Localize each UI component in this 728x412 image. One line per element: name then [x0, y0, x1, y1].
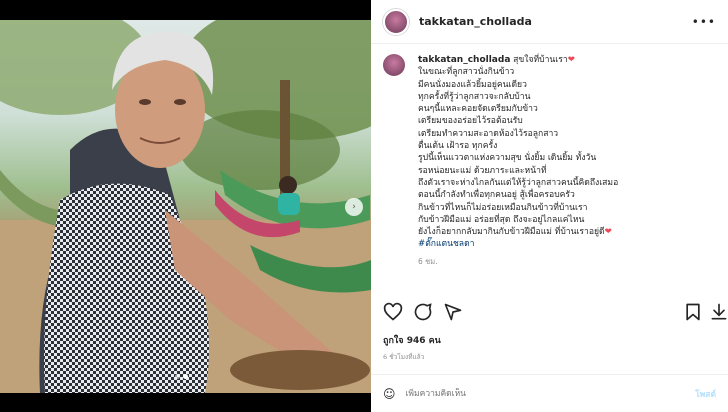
next-arrow-icon[interactable]: › — [345, 198, 363, 216]
comment-bar: ☺ โพสต์ — [371, 374, 728, 412]
caption-line: เตรียมทำความสะอาดห้องไว้รอลูกสาว — [418, 128, 559, 139]
likes-count[interactable]: ถูกใจ 946 คน — [383, 333, 441, 347]
comment-input[interactable] — [403, 387, 696, 400]
caption: takkatan_chollada สุขใจที่บ้านเรา❤ ในขณะ… — [383, 54, 719, 268]
hashtag-link[interactable]: #ตั๊กแตนชลดา — [418, 239, 475, 249]
carousel-dot — [175, 374, 180, 379]
caption-line: เตรียมของอร่อยไว้รอต้อนรับ — [418, 116, 523, 127]
caption-line: ตอนนี้กำลังทำเพื่อทุกคนอยู่ สู้เพื่อครอบ… — [418, 190, 575, 201]
caption-line: กับข้าวฝีมือแม่ อร่อยที่สุด ถึงจะอยู่ไกล… — [418, 214, 585, 225]
header-username[interactable]: takkatan_chollada — [419, 15, 532, 28]
caption-first-line: สุขใจที่บ้านเรา — [513, 55, 568, 65]
instagram-post-window: › takkatan_chollada ••• takkatan_chollad… — [0, 0, 728, 412]
caption-line: รอหน่อยนะแม่ ด้วยภาระและหน้าที่ — [418, 165, 547, 176]
caption-line: รูปนี้เห็นแววตาแห่งความสุข นั่งยิ้ม เดิน… — [418, 153, 597, 164]
caption-line: ในขณะที่ลูกสาวนั่งกินข้าว — [418, 67, 515, 78]
caption-line: คนๆนี้แหละคอยจัดเตรียมกับข้าว — [418, 104, 538, 115]
post-comment-button[interactable]: โพสต์ — [695, 387, 716, 401]
share-icon[interactable] — [443, 302, 463, 322]
heart-icon[interactable] — [383, 302, 403, 322]
caption-body: takkatan_chollada สุขใจที่บ้านเรา❤ ในขณะ… — [418, 54, 719, 268]
caption-line: ยังไงก็อยากกลับมากินกับข้าวฝีมือแม่ ที่บ… — [418, 227, 612, 238]
post-header: takkatan_chollada ••• — [371, 0, 728, 44]
caption-line: ถึงตัวเราจะห่างไกลกันแต่ให้รู้ว่าลูกสาวค… — [418, 177, 619, 188]
heart-emoji: ❤ — [604, 227, 612, 238]
post-photo[interactable]: › — [0, 0, 371, 412]
bookmark-icon[interactable] — [683, 302, 703, 322]
post-side-panel: takkatan_chollada ••• takkatan_chollada … — [371, 0, 728, 412]
download-icon[interactable] — [709, 302, 728, 322]
action-bar — [383, 302, 727, 326]
emoji-icon[interactable]: ☺ — [383, 387, 396, 401]
caption-avatar[interactable] — [383, 54, 405, 76]
carousel-dot-active — [183, 374, 188, 379]
caption-time: 6 ชม. — [418, 256, 438, 266]
caption-lines: ในขณะที่ลูกสาวนั่งกินข้าว มีคนนั่งมองแล้ว… — [418, 66, 719, 238]
heart-emoji: ❤ — [567, 55, 575, 65]
photo-illustration — [0, 20, 371, 393]
comment-icon[interactable] — [413, 302, 433, 322]
caption-line: ตื่นเต้น เฝ้ารอ ทุกครั้ง — [418, 141, 498, 152]
caption-line: กินข้าวที่ไหนก็ไม่อร่อยเหมือนกินข้าวที่บ… — [418, 202, 588, 213]
caption-line: ทุกครั้งที่รู้ว่าลูกสาวจะกลับบ้าน — [418, 91, 531, 102]
photo-scene: › — [0, 20, 371, 393]
posted-ago: 6 ชั่วโมงที่แล้ว — [383, 353, 425, 361]
avatar[interactable] — [383, 8, 409, 35]
caption-line: มีคนนั่งมองแล้วยิ้มอยู่คนเดียว — [418, 79, 527, 90]
more-icon[interactable]: ••• — [692, 15, 716, 29]
caption-username[interactable]: takkatan_chollada — [418, 55, 510, 65]
